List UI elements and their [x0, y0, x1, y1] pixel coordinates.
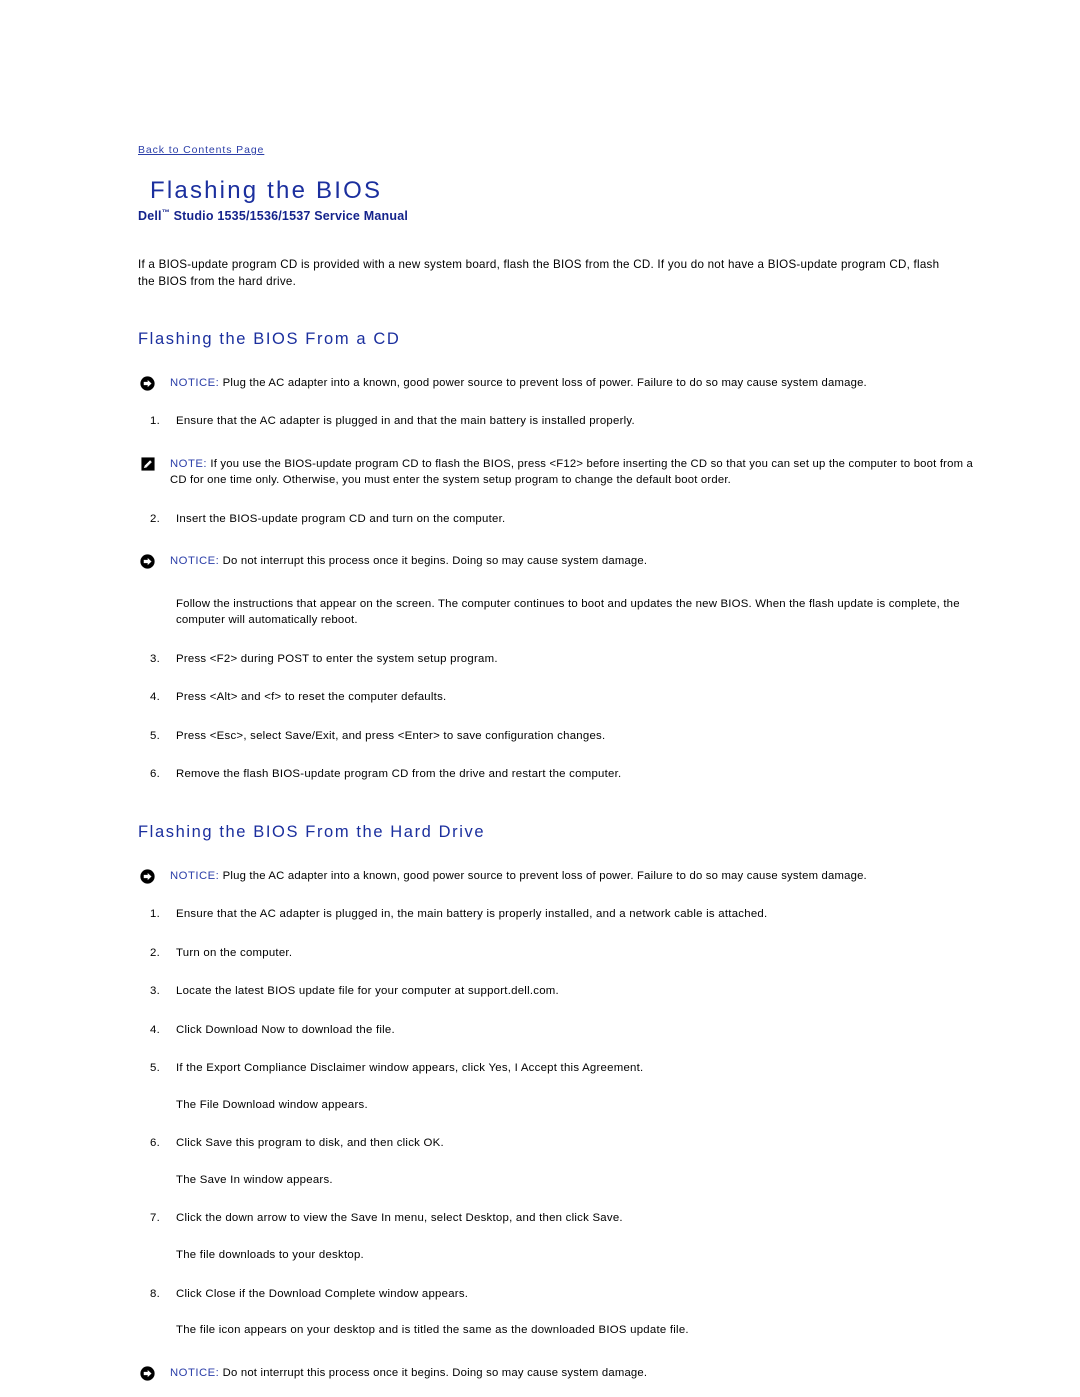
trademark-symbol: ™: [161, 208, 170, 217]
notice-block-cd-mid: NOTICE: Do not interrupt this process on…: [140, 553, 976, 569]
list-item: 6. Click Save this program to disk, and t…: [136, 1135, 966, 1188]
page-subtitle: Dell™ Studio 1535/1536/1537 Service Manu…: [138, 208, 940, 223]
step-text: Click Close if the Download Complete win…: [176, 1287, 469, 1300]
section-heading-cd: Flashing the BIOS From a CD: [138, 330, 401, 349]
notice-label: NOTICE:: [170, 377, 220, 390]
list-item: 7. Click the down arrow to view the Save …: [136, 1210, 966, 1263]
step-number: 5.: [150, 729, 160, 742]
step-number: 2.: [150, 946, 160, 959]
note-label: NOTE:: [170, 457, 208, 470]
list-item: 3. Locate the latest BIOS update file for…: [136, 983, 966, 1000]
list-item: 1. Ensure that the AC adapter is plugged …: [136, 906, 966, 923]
step-text: Press <F2> during POST to enter the syst…: [176, 652, 498, 665]
notice-arrow-icon: [140, 554, 155, 569]
step-text: Ensure that the AC adapter is plugged in…: [176, 908, 768, 921]
notice-block-hd-top: NOTICE: Plug the AC adapter into a known…: [140, 868, 976, 884]
notice-block-cd-top: NOTICE: Plug the AC adapter into a known…: [140, 375, 976, 391]
step-list-cd-part2: 2. Insert the BIOS-update program CD and …: [136, 511, 940, 528]
step-number: 4.: [150, 691, 160, 704]
list-item: 5. If the Export Compliance Disclaimer wi…: [136, 1060, 966, 1113]
list-item: 4. Click Download Now to download the fil…: [136, 1022, 966, 1039]
document-page: Back to Contents Page Flashing the BIOS …: [0, 0, 1080, 1397]
step-text: Press <Alt> and <f> to reset the compute…: [176, 691, 447, 704]
back-to-contents-link[interactable]: Back to Contents Page: [138, 144, 264, 156]
subtitle-brand: Dell: [138, 209, 162, 224]
notice-block-hd-bottom: NOTICE: Do not interrupt this process on…: [140, 1365, 976, 1381]
subtitle-text: Studio 1535/1536/1537 Service Manual: [169, 209, 409, 224]
step-list-cd-part3: 3. Press <F2> during POST to enter the sy…: [136, 651, 940, 783]
step-text: Ensure that the AC adapter is plugged in…: [176, 415, 635, 428]
list-item: 6. Remove the flash BIOS-update program C…: [136, 766, 966, 783]
note-text: If you use the BIOS-update program CD to…: [170, 457, 974, 487]
step-text: Click Save this program to disk, and the…: [176, 1137, 444, 1150]
notice-text: Do not interrupt this process once it be…: [219, 1366, 648, 1379]
breadcrumb: Back to Contents Page: [138, 140, 940, 158]
step-followup: The file icon appears on your desktop an…: [176, 1324, 689, 1337]
list-item: 5. Press <Esc>, select Save/Exit, and pre…: [136, 728, 966, 745]
note-pencil-icon: [141, 457, 155, 471]
notice-text: Plug the AC adapter into a known, good p…: [219, 377, 867, 390]
step-followup: The Save In window appears.: [176, 1173, 333, 1186]
list-item: 4. Press <Alt> and <f> to reset the compu…: [136, 689, 966, 706]
step-number: 5.: [150, 1062, 160, 1075]
step-text: Click Download Now to download the file.: [176, 1023, 395, 1036]
step-number: 6.: [150, 1137, 160, 1150]
step-text: Insert the BIOS-update program CD and tu…: [176, 512, 506, 525]
intro-paragraph: If a BIOS-update program CD is provided …: [138, 258, 940, 288]
list-item: 1. Ensure that the AC adapter is plugged …: [136, 413, 966, 430]
note-block-cd: NOTE: If you use the BIOS-update program…: [140, 456, 976, 489]
step-number: 3.: [150, 652, 160, 665]
step-number: 6.: [150, 768, 160, 781]
step-text: If the Export Compliance Disclaimer wind…: [176, 1062, 644, 1075]
step-number: 4.: [150, 1023, 160, 1036]
step-text: Remove the flash BIOS-update program CD …: [176, 768, 622, 781]
notice-arrow-icon: [140, 869, 155, 884]
follow-instructions-paragraph: Follow the instructions that appear on t…: [176, 597, 960, 627]
notice-text: Do not interrupt this process once it be…: [219, 555, 648, 568]
step-text: Click the down arrow to view the Save In…: [176, 1212, 623, 1225]
notice-arrow-icon: [140, 1365, 155, 1381]
step-followup: The File Download window appears.: [176, 1098, 368, 1111]
step-number: 8.: [150, 1287, 160, 1300]
step-number: 2.: [150, 512, 160, 525]
step-number: 1.: [150, 415, 160, 428]
list-item: 8. Click Close if the Download Complete w…: [136, 1286, 966, 1339]
step-number: 1.: [150, 908, 160, 921]
section-heading-hard-drive: Flashing the BIOS From the Hard Drive: [138, 822, 486, 841]
notice-text: Plug the AC adapter into a known, good p…: [219, 869, 867, 882]
step-text: Locate the latest BIOS update file for y…: [176, 985, 559, 998]
step-text: Press <Esc>, select Save/Exit, and press…: [176, 729, 606, 742]
notice-label: NOTICE:: [170, 555, 220, 568]
page-title: Flashing the BIOS: [150, 177, 383, 204]
step-text: Turn on the computer.: [176, 946, 293, 959]
notice-label: NOTICE:: [170, 1366, 220, 1379]
list-item: 3. Press <F2> during POST to enter the sy…: [136, 651, 966, 668]
step-number: 3.: [150, 985, 160, 998]
notice-arrow-icon: [140, 376, 155, 391]
step-number: 7.: [150, 1212, 160, 1225]
step-followup: The file downloads to your desktop.: [176, 1248, 364, 1261]
list-item: 2. Insert the BIOS-update program CD and …: [136, 511, 966, 528]
list-item: 2. Turn on the computer.: [136, 945, 966, 962]
step-list-cd-part1: 1. Ensure that the AC adapter is plugged …: [136, 413, 940, 430]
step-list-hard-drive: 1. Ensure that the AC adapter is plugged …: [136, 906, 940, 1338]
notice-label: NOTICE:: [170, 869, 220, 882]
